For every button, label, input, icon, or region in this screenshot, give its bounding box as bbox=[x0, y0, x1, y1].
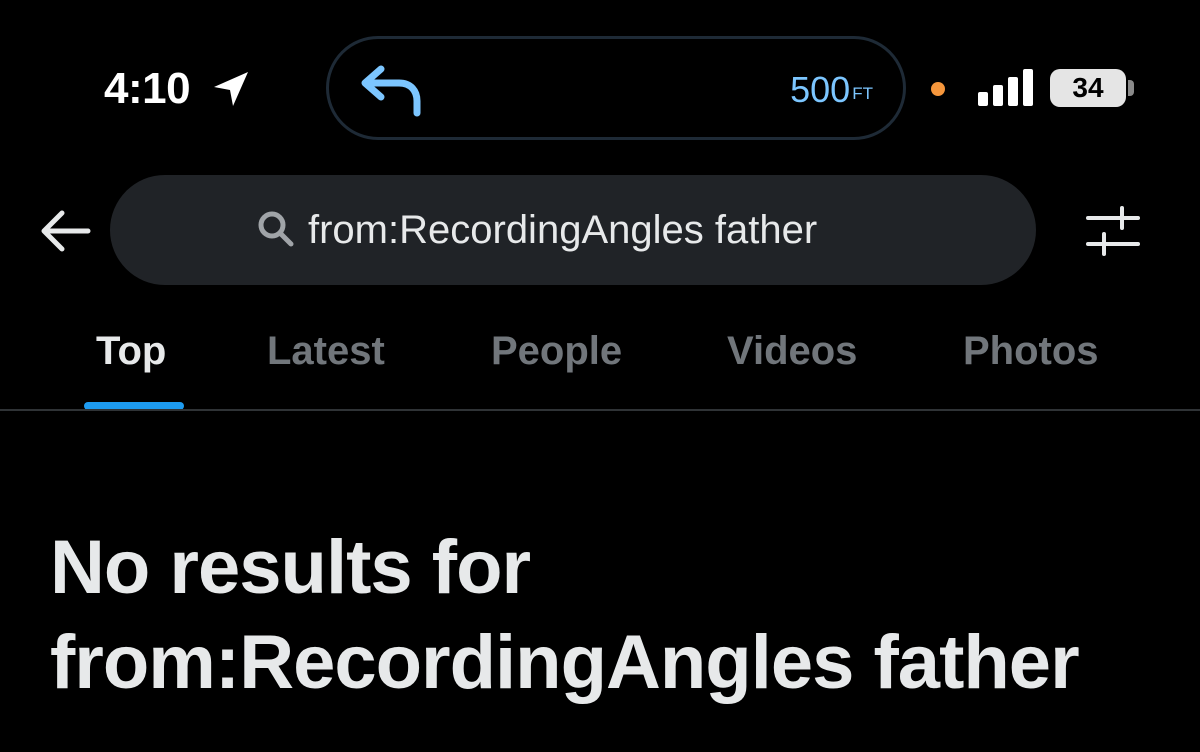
distance-value: 500 bbox=[790, 69, 851, 110]
search-tabs: Top Latest People Videos Photos bbox=[0, 320, 1200, 410]
tab-videos[interactable]: Videos bbox=[727, 326, 857, 376]
tab-latest[interactable]: Latest bbox=[267, 326, 385, 376]
recording-indicator-dot bbox=[931, 82, 945, 96]
tab-top[interactable]: Top bbox=[96, 326, 166, 376]
battery-indicator: 34 bbox=[1050, 69, 1126, 107]
tab-photos[interactable]: Photos bbox=[963, 326, 1099, 376]
dynamic-island-navigation[interactable]: 500 FT bbox=[326, 36, 906, 140]
search-icon bbox=[258, 211, 294, 247]
screen: 4:10 500 FT 34 from:RecordingAngles fathe… bbox=[0, 0, 1200, 752]
distance-unit: FT bbox=[852, 84, 873, 103]
search-query: from:RecordingAngles father bbox=[308, 208, 818, 252]
back-arrow-icon[interactable] bbox=[38, 207, 92, 255]
tab-people[interactable]: People bbox=[491, 326, 622, 376]
no-results-heading: No results for from:RecordingAngles fath… bbox=[50, 525, 1080, 705]
search-input[interactable]: from:RecordingAngles father bbox=[110, 175, 1036, 285]
filter-sliders-icon[interactable] bbox=[1086, 206, 1140, 256]
status-time: 4:10 bbox=[104, 64, 191, 113]
location-arrow-icon bbox=[214, 72, 248, 106]
battery-tip bbox=[1128, 80, 1134, 96]
navigation-distance: 500 FT bbox=[790, 69, 873, 111]
turn-left-icon bbox=[361, 65, 421, 117]
signal-icon bbox=[978, 69, 1033, 106]
tabs-divider bbox=[0, 409, 1200, 411]
